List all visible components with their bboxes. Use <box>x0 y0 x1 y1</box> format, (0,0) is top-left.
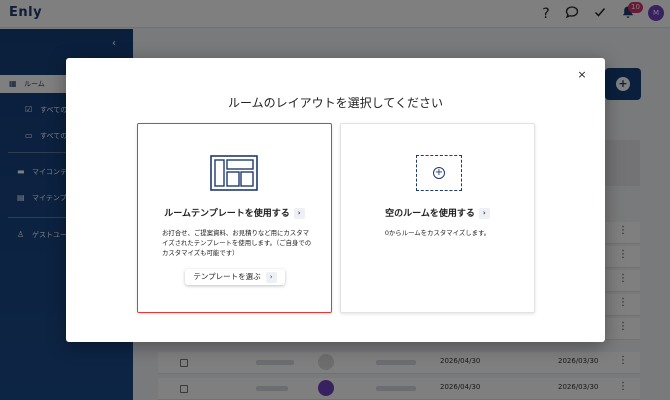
option-description: お打合せ、ご提案資料、お見積りなど用にカスタマイズされたテンプレートを使用します… <box>162 229 312 257</box>
option-title: 空のルームを使用する › <box>341 206 534 219</box>
layout-select-dialog: × ルームのレイアウトを選択してください ルームテンプレートを使用する › お打合… <box>66 58 605 342</box>
choose-template-label: テンプレートを選ぶ <box>193 272 261 281</box>
chevron-right-icon: › <box>265 272 277 283</box>
dialog-title: ルームのレイアウトを選択してください <box>228 96 443 110</box>
close-icon[interactable]: × <box>574 67 590 83</box>
option-title-text: ルームテンプレートを使用する <box>164 209 290 219</box>
option-title-text: 空のルームを使用する <box>385 209 475 219</box>
choose-template-button[interactable]: テンプレートを選ぶ › <box>185 269 285 285</box>
chevron-right-icon: › <box>293 208 305 219</box>
chevron-right-icon: › <box>478 208 490 219</box>
template-room-option[interactable]: ルームテンプレートを使用する › お打合せ、ご提案資料、お見積りなど用にカスタマイ… <box>137 123 332 313</box>
option-title: ルームテンプレートを使用する › <box>138 206 331 219</box>
blank-room-option[interactable]: + 空のルームを使用する › 0からルームをカスタマイズします。 <box>340 123 535 313</box>
layout-template-icon <box>210 155 258 191</box>
add-circle-icon: + <box>433 167 445 179</box>
blank-layout-icon: + <box>416 155 462 191</box>
option-description: 0からルームをカスタマイズします。 <box>384 229 491 237</box>
